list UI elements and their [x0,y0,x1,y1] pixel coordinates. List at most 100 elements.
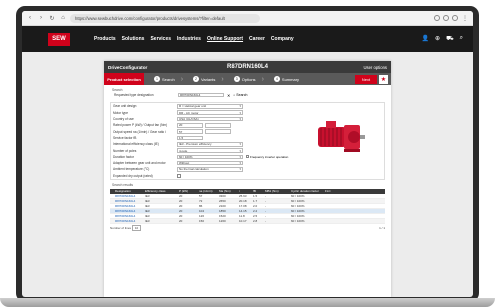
motor-type-select[interactable]: DR - AC motor ▾ [177,110,243,116]
product-selection-tab[interactable]: Product selection [104,73,144,85]
column-header[interactable]: MB1 (Nm) [264,189,290,193]
column-header[interactable]: i [238,189,252,193]
step-variants[interactable]: 2 Variants [193,76,215,82]
column-header[interactable]: Ma (Nm) [218,189,238,193]
torque-input[interactable] [205,123,231,128]
table-cell: - [265,208,266,213]
frequency-inverter-checkbox[interactable]: Frequency inverter operation [246,155,288,159]
user-icon[interactable]: 👤 [422,35,429,43]
chevron-down-icon: ▾ [239,148,241,153]
globe-icon[interactable]: ⊕ [435,35,440,43]
drive-configurator-panel: DriveConfigurator R87DRN160L4 User optio… [104,61,391,297]
field-label: Country of use [113,117,134,122]
field-label: Output speed na (1/min) / Gear ratio i [113,129,166,134]
home-icon[interactable]: ⌂ [59,14,67,22]
efficiency-select[interactable]: IE3 - Premium efficiency ▾ [177,141,243,147]
power-input[interactable]: 20 [177,123,203,128]
nav-company[interactable]: Company [271,36,294,42]
table-cell: 20 [179,198,183,203]
rows-per-page: Number of lines 10 [110,224,142,231]
table-cell: 1.5 [253,193,258,198]
nav-career[interactable]: Career [249,36,265,42]
field-label: International efficiency class (IE) [113,142,159,147]
designation-link[interactable]: R87DRN160L4 [114,199,144,203]
poles-select[interactable]: 4-pole ▾ [177,148,243,153]
column-header[interactable]: fB [252,189,264,193]
designation-link[interactable]: R87DRN160L4 [114,214,144,218]
cart-icon[interactable]: ⛟ [446,35,454,43]
adapter-select[interactable]: Without ▾ [177,160,243,166]
designation-link[interactable]: R87DRN160L4 [114,209,144,213]
gearmotor-image [318,121,365,152]
nav-services[interactable]: Services [150,36,171,42]
clear-icon[interactable]: ✕ [227,93,230,98]
table-cell: 150 [199,218,205,223]
speed-input[interactable]: 57 [177,129,203,134]
table-cell: IE3 [145,218,150,223]
column-header[interactable]: P (kW) [178,189,198,193]
forward-icon[interactable]: › [37,14,45,22]
field-value: 57 [179,129,183,134]
search-icon[interactable]: ⌕ [460,35,463,43]
column-header[interactable]: Cyclic duration factor [290,189,324,193]
chevron-right-icon: › [261,75,264,83]
table-cell: 20 [179,193,183,198]
search-button[interactable]: ⌕ Search [233,93,247,97]
designation-link[interactable]: R87DRN160L4 [114,194,144,198]
table-cell: 14.15 [239,208,247,213]
table-cell: 1.7 [253,198,258,203]
step-summary[interactable]: 4 Summary [273,76,299,82]
address-bar[interactable]: https://www.sewbuchdrive.com/configurato… [70,13,260,23]
ratio-input[interactable] [205,129,231,134]
designation-link[interactable]: R87DRN160L4 [114,219,144,223]
service-factor-input[interactable]: 1.5 [177,135,203,141]
nav-online-support[interactable]: Online Support [207,36,243,42]
field-value: 1.5 [179,135,184,140]
chevron-down-icon: ▾ [239,117,241,122]
page-indicator[interactable]: 1 / 1 [379,226,385,230]
requested-type-input[interactable]: R87DRN160L4 [178,92,224,98]
table-cell: 2100 [219,203,226,208]
chevron-down-icon: ▾ [239,154,241,159]
temperature-select[interactable]: No thermal calculation ▾ [177,167,243,172]
column-header[interactable]: FLC [324,189,342,193]
nav-industries[interactable]: Industries [177,36,201,42]
column-header[interactable]: na (1/min) [198,189,218,193]
laptop-screen: ‹ › ↻ ⌂ https://www.sewbuchdrive.com/con… [22,11,473,297]
menu-icon[interactable]: ⋮ [461,14,469,22]
step-number: 3 [233,76,240,82]
favorite-star-icon[interactable]: ★ [379,74,388,84]
next-button[interactable]: Next [355,74,377,84]
expanded-output-checkbox[interactable] [177,173,181,178]
table-cell: 20 [179,203,183,208]
step-options[interactable]: 3 Options [233,76,256,82]
table-cell: 20 [179,208,183,213]
brand-logo[interactable]: SEW [48,32,70,46]
nav-solutions[interactable]: Solutions [122,36,145,42]
chevron-down-icon: ▾ [239,110,241,115]
extension-icon[interactable] [434,15,440,21]
step-label: Options [241,76,256,82]
pagination-bar: Number of lines 10 1 / 1 [110,224,385,231]
step-search[interactable]: 1 Search [154,76,175,82]
nav-products[interactable]: Products [94,36,116,42]
country-select[interactable]: USA (UL/CSA) ▾ [177,116,243,122]
table-row[interactable]: R87DRN160L4 IE3 20 150 1260 10.17 2.8 - 60 / 100… [110,218,385,224]
column-header[interactable]: Designation [114,189,144,193]
field-label: Motor type [113,110,129,115]
user-options-button[interactable]: User options [363,65,387,70]
reload-icon[interactable]: ↻ [48,14,56,22]
extension-icon[interactable] [443,15,449,21]
column-header[interactable]: Efficiency class [144,189,178,193]
chevron-right-icon: › [180,75,184,83]
duration-select[interactable]: 60 / 100% ▾ [177,154,243,160]
table-cell: - [265,193,266,198]
designation-link[interactable]: R87DRN160L4 [114,204,144,208]
results-table: Designation Efficiency class P (kW) na (… [110,188,385,224]
chevron-down-icon: ▾ [239,104,241,109]
field-value: 60 / 100% [179,154,193,159]
rows-per-page-select[interactable]: 10 [131,224,142,231]
back-icon[interactable]: ‹ [26,14,34,22]
gear-unit-select[interactable]: R = Helical gear unit ▾ [177,104,243,109]
extension-icon[interactable] [452,15,458,21]
